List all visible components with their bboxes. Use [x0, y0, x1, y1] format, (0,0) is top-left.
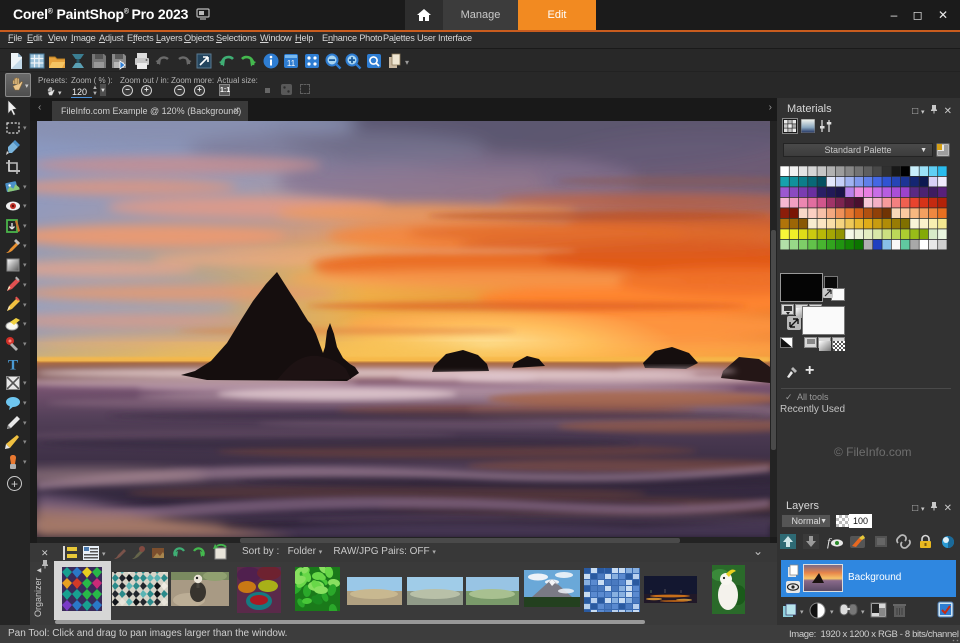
svg-text:T: T	[8, 358, 18, 374]
svg-text:11: 11	[287, 59, 296, 68]
